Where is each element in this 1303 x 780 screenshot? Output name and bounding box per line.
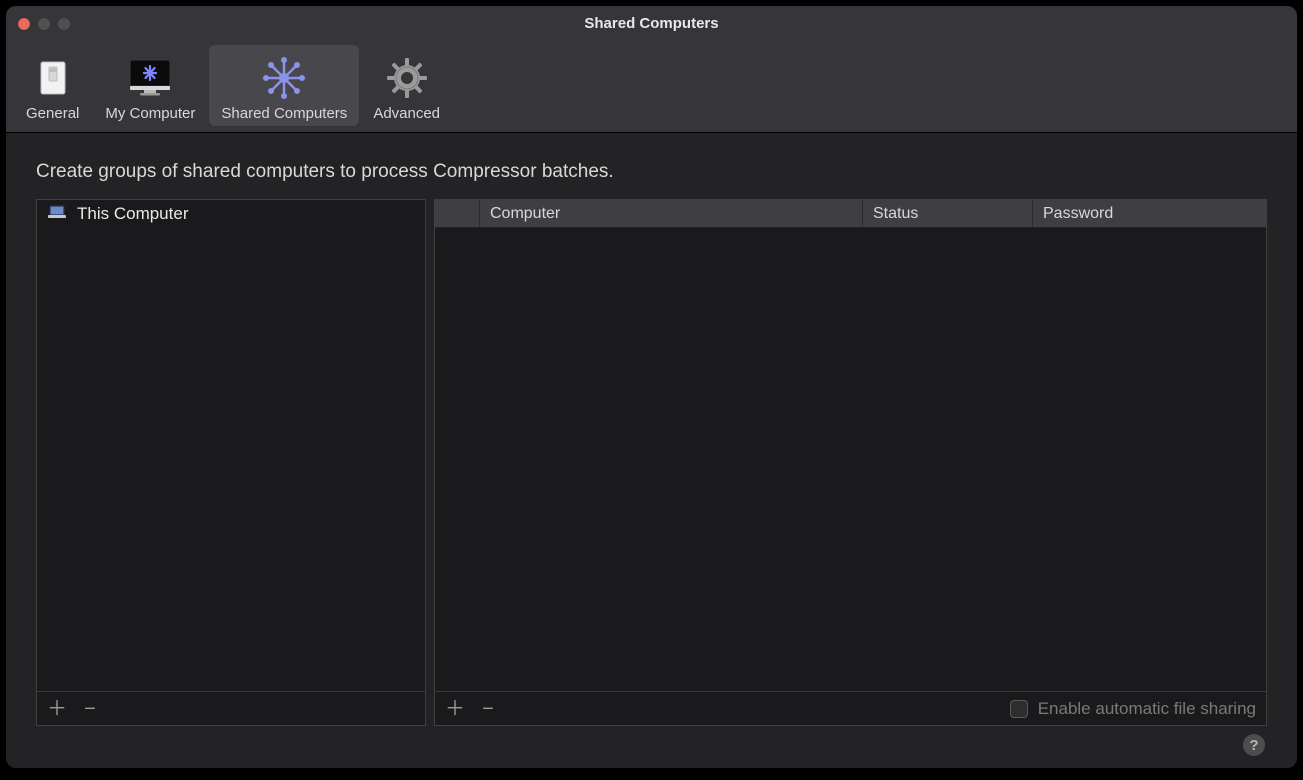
computers-table-body[interactable] <box>435 228 1266 691</box>
traffic-lights <box>18 18 70 30</box>
monitor-icon <box>124 53 176 103</box>
group-item[interactable]: This Computer <box>37 200 425 228</box>
tab-shared-computers[interactable]: Shared Computers <box>209 45 359 126</box>
tab-general[interactable]: General <box>14 45 91 126</box>
enable-sharing-label: Enable automatic file sharing <box>1038 699 1256 719</box>
tab-label: Advanced <box>373 105 440 122</box>
remove-computer-button[interactable]: − <box>479 699 497 719</box>
tab-my-computer[interactable]: My Computer <box>93 45 207 126</box>
groups-list[interactable]: This Computer <box>37 200 425 691</box>
group-name: This Computer <box>77 204 188 224</box>
tab-label: Shared Computers <box>221 105 347 122</box>
panels: This Computer ＋ − Computer Status Passwo… <box>36 199 1267 726</box>
enable-sharing-row: Enable automatic file sharing <box>1010 699 1256 719</box>
network-icon <box>262 53 306 103</box>
preferences-window: Shared Computers General <box>6 6 1297 768</box>
window-title: Shared Computers <box>6 15 1297 32</box>
help-row: ? <box>36 726 1267 756</box>
help-button[interactable]: ? <box>1243 734 1265 756</box>
description-text: Create groups of shared computers to pro… <box>36 161 1267 183</box>
tab-label: General <box>26 105 79 122</box>
computers-panel: Computer Status Password ＋ − Enable auto… <box>434 199 1267 726</box>
zoom-window-button[interactable] <box>58 18 70 30</box>
column-computer[interactable]: Computer <box>479 200 862 227</box>
tab-label: My Computer <box>105 105 195 122</box>
column-checkbox[interactable] <box>435 200 479 227</box>
column-status[interactable]: Status <box>862 200 1032 227</box>
slider-icon <box>34 53 72 103</box>
column-password[interactable]: Password <box>1032 200 1266 227</box>
close-window-button[interactable] <box>18 18 30 30</box>
add-group-button[interactable]: ＋ <box>47 699 65 719</box>
groups-footer: ＋ − <box>37 691 425 725</box>
content-area: Create groups of shared computers to pro… <box>6 133 1297 768</box>
preferences-toolbar: General My Computer <box>6 41 1297 133</box>
enable-sharing-checkbox[interactable] <box>1010 700 1028 718</box>
laptop-icon <box>47 204 67 224</box>
add-computer-button[interactable]: ＋ <box>445 699 463 719</box>
computers-footer: ＋ − Enable automatic file sharing <box>435 691 1266 725</box>
titlebar: Shared Computers <box>6 6 1297 41</box>
remove-group-button[interactable]: − <box>81 699 99 719</box>
groups-panel: This Computer ＋ − <box>36 199 426 726</box>
tab-advanced[interactable]: Advanced <box>361 45 452 126</box>
table-header: Computer Status Password <box>435 200 1266 228</box>
gear-icon <box>386 53 428 103</box>
minimize-window-button[interactable] <box>38 18 50 30</box>
